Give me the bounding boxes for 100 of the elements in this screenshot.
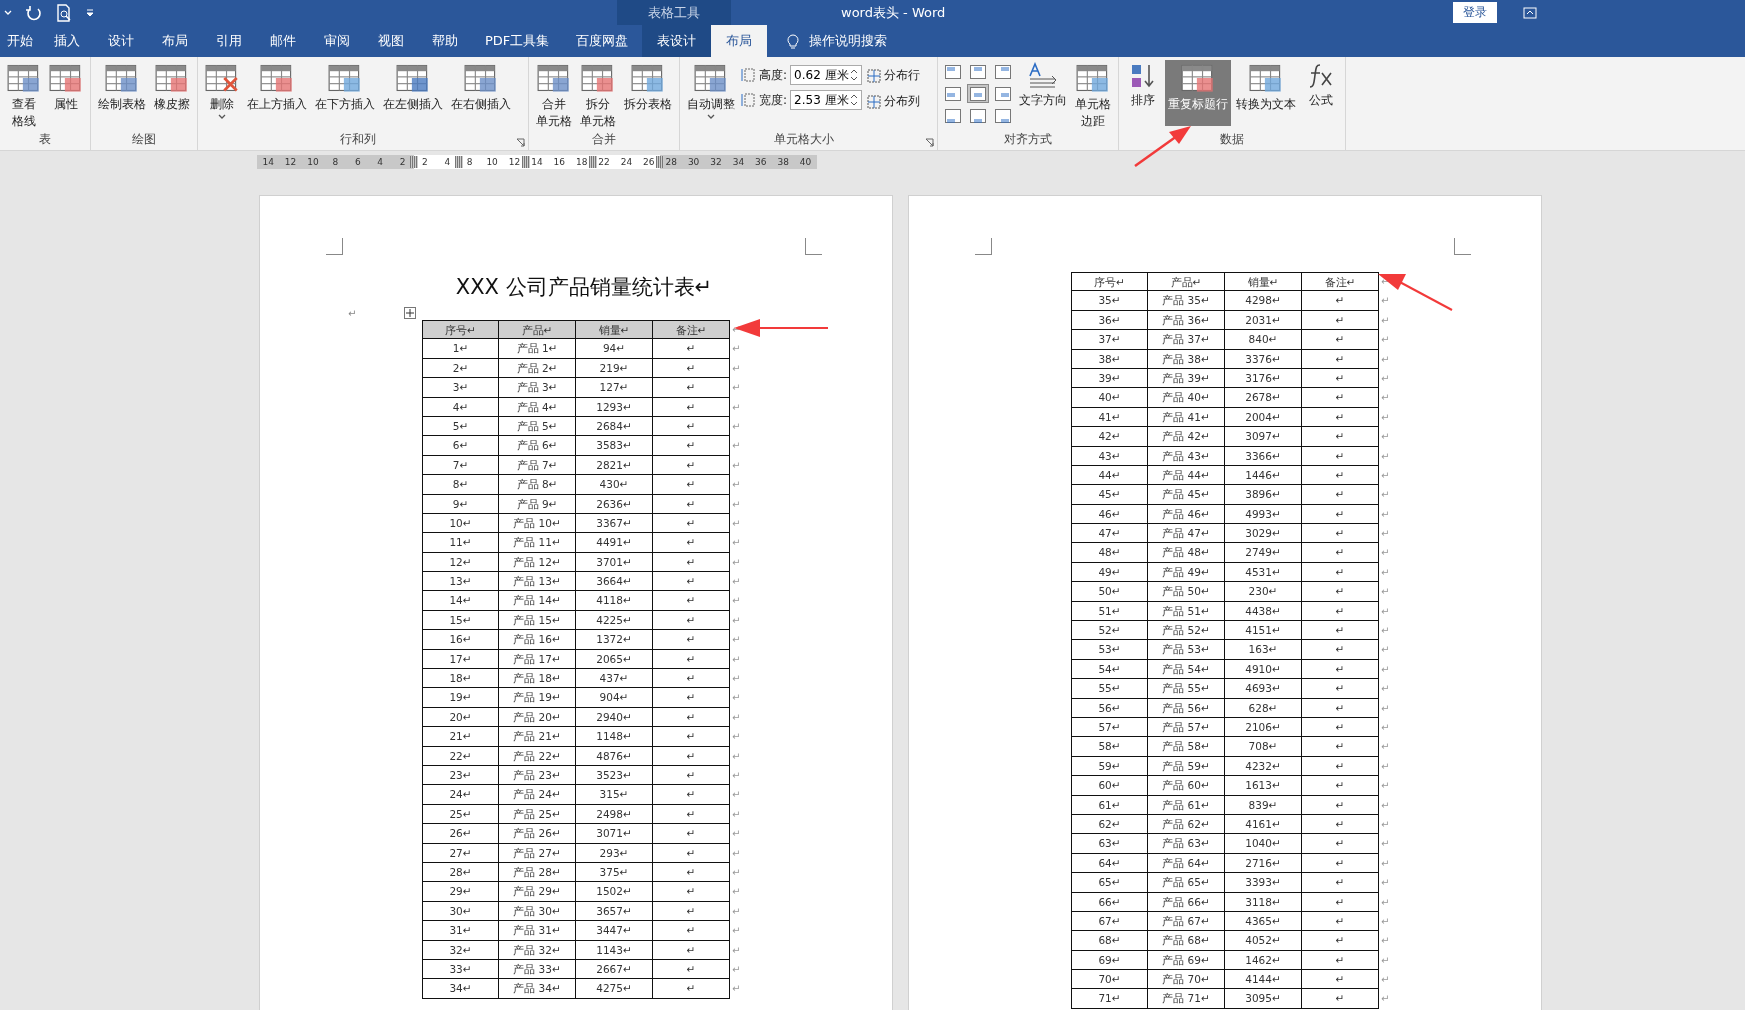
ribbon-tab[interactable]: 设计 bbox=[94, 25, 148, 57]
column-marker[interactable] bbox=[454, 156, 463, 168]
print-preview-icon[interactable] bbox=[56, 3, 72, 22]
column-marker[interactable] bbox=[409, 156, 418, 168]
dropdown-icon[interactable] bbox=[218, 114, 226, 121]
size-input[interactable]: 2.53 厘米 bbox=[790, 90, 863, 110]
dropdown-icon[interactable] bbox=[707, 114, 715, 121]
table-cell: 4052↵ bbox=[1225, 931, 1302, 951]
ribbon-tab[interactable]: 审阅 bbox=[310, 25, 364, 57]
undo-icon[interactable] bbox=[26, 4, 42, 21]
table-cell: 21↵ bbox=[422, 727, 499, 747]
ribbon-button[interactable]: 删除 bbox=[202, 60, 242, 123]
table-cell: 4491↵ bbox=[576, 533, 653, 553]
ribbon-button[interactable]: 橡皮擦 bbox=[151, 60, 193, 114]
table-cell: ↵ bbox=[1302, 698, 1379, 718]
table-cell: ↵ bbox=[653, 378, 730, 398]
ribbon-button[interactable]: 查看 格线 bbox=[4, 60, 44, 131]
ribbon-tab[interactable]: 帮助 bbox=[418, 25, 472, 57]
ruler-number: 34 bbox=[727, 155, 750, 169]
ribbon-button[interactable]: 合并 单元格 bbox=[533, 60, 575, 131]
table-cell: 产品 6↵ bbox=[499, 436, 576, 456]
ribbon-button[interactable]: 属性 bbox=[46, 60, 86, 114]
table-cell: 163↵ bbox=[1225, 640, 1302, 660]
ribbon-button[interactable]: 在下方插入 bbox=[312, 60, 378, 114]
table-cell: 19↵ bbox=[422, 688, 499, 708]
ribbon-tab[interactable]: PDF工具集 bbox=[472, 25, 563, 57]
row-end-mark: ↵ bbox=[1380, 759, 1391, 774]
table-cell: ↵ bbox=[653, 746, 730, 766]
table-cell: 3376↵ bbox=[1225, 349, 1302, 369]
row-end-mark: ↵ bbox=[731, 962, 742, 977]
table-cell: 219↵ bbox=[576, 358, 653, 379]
table-icon bbox=[105, 62, 139, 94]
ribbon-display-icon[interactable] bbox=[1523, 6, 1537, 19]
row-end-mark: ↵ bbox=[1380, 565, 1391, 580]
table-cell: ↵ bbox=[1302, 873, 1379, 893]
table-cell: 66↵ bbox=[1071, 892, 1148, 912]
ribbon-button[interactable]: 重复标题行 bbox=[1165, 60, 1232, 126]
table-cell: 4365↵ bbox=[1225, 911, 1302, 932]
ribbon-button[interactable]: 文字方向 bbox=[1016, 60, 1071, 110]
ribbon-tab[interactable]: 视图 bbox=[364, 25, 418, 57]
group-label: 绘图 bbox=[131, 131, 157, 148]
login-button[interactable]: 登录 bbox=[1453, 2, 1497, 23]
tell-me-search[interactable]: 操作说明搜索 bbox=[781, 25, 894, 57]
ribbon-button[interactable]: 在右侧插入 bbox=[448, 60, 514, 114]
row-end-mark: ↵ bbox=[731, 400, 742, 415]
table-cell: 47↵ bbox=[1071, 524, 1148, 544]
column-marker[interactable] bbox=[588, 156, 597, 168]
ribbon-button[interactable]: 转换为文本 bbox=[1233, 60, 1300, 114]
ribbon-button[interactable]: 在左侧插入 bbox=[380, 60, 446, 114]
ruler-number: 30 bbox=[682, 155, 705, 169]
ribbon-button[interactable]: 在上方插入 bbox=[244, 60, 310, 114]
ribbon-button[interactable]: 自动调整 bbox=[684, 60, 738, 123]
align-icon bbox=[995, 64, 1012, 79]
table-cell: ↵ bbox=[653, 921, 730, 941]
table-cell: 839↵ bbox=[1225, 795, 1302, 815]
table-cell: 1143↵ bbox=[576, 940, 653, 960]
size-input[interactable]: 0.62 厘米 bbox=[790, 65, 863, 85]
row-height-icon bbox=[740, 67, 756, 83]
ribbon-tab[interactable]: 布局 bbox=[711, 25, 768, 57]
table-cell: 产品 31↵ bbox=[499, 921, 576, 941]
row-end-mark: ↵ bbox=[1380, 740, 1391, 755]
column-marker[interactable] bbox=[656, 156, 665, 168]
table-cell: 8↵ bbox=[422, 475, 499, 495]
ribbon-tab[interactable]: 开始 bbox=[0, 25, 40, 57]
move-handle-icon[interactable] bbox=[404, 307, 417, 319]
table-cell: 31↵ bbox=[422, 921, 499, 941]
row-end-mark: ↵ bbox=[1380, 410, 1391, 425]
table-cell: ↵ bbox=[653, 591, 730, 611]
ribbon-tab[interactable]: 邮件 bbox=[256, 25, 310, 57]
table-cell: 29↵ bbox=[422, 882, 499, 902]
ribbon-button[interactable]: 排序 bbox=[1123, 60, 1164, 110]
spinner-icon[interactable] bbox=[850, 68, 859, 82]
table-cell: ↵ bbox=[653, 513, 730, 534]
ribbon-tab[interactable]: 引用 bbox=[202, 25, 256, 57]
dialog-launcher-icon[interactable] bbox=[516, 138, 525, 147]
ribbon-button[interactable]: 公式 bbox=[1301, 60, 1342, 110]
ribbon-tab[interactable]: 布局 bbox=[148, 25, 202, 57]
ribbon-tab[interactable]: 插入 bbox=[40, 25, 94, 57]
align-button[interactable] bbox=[967, 84, 990, 103]
ribbon-button[interactable]: 分布行 bbox=[864, 65, 924, 86]
spinner-icon[interactable] bbox=[850, 93, 859, 107]
ribbon-button[interactable]: 分布列 bbox=[864, 91, 924, 112]
ribbon-button[interactable]: 绘制表格 bbox=[95, 60, 149, 114]
column-marker[interactable] bbox=[521, 156, 530, 168]
dialog-launcher-icon[interactable] bbox=[925, 138, 935, 147]
ribbon-tab[interactable]: 百度网盘 bbox=[562, 25, 643, 57]
align-icon bbox=[995, 86, 1012, 101]
customize-icon[interactable] bbox=[86, 8, 94, 17]
group-label: 对齐方式 bbox=[1003, 131, 1054, 148]
table-cell: 产品 67↵ bbox=[1148, 911, 1225, 932]
ribbon-button[interactable]: 拆分 单元格 bbox=[577, 60, 619, 131]
ribbon-button[interactable]: 拆分表格 bbox=[621, 60, 675, 114]
table-cell: 4275↵ bbox=[576, 979, 653, 999]
ribbon-button[interactable]: 单元格 边距 bbox=[1072, 60, 1115, 131]
table-cell: 52↵ bbox=[1071, 621, 1148, 641]
table-cell: 产品 65↵ bbox=[1148, 873, 1225, 893]
ribbon-tab[interactable]: 表设计 bbox=[642, 25, 712, 57]
table-cell: 42↵ bbox=[1071, 427, 1148, 447]
table-cell: 5↵ bbox=[422, 416, 499, 437]
table-cell: 315↵ bbox=[576, 785, 653, 805]
